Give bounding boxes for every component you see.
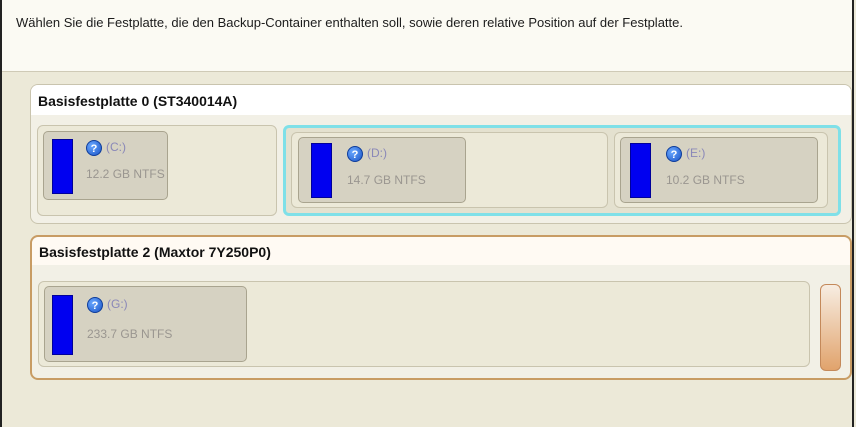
panel-border: [0, 0, 854, 427]
wizard-panel: Wählen Sie die Festplatte, die den Backu…: [0, 0, 856, 427]
